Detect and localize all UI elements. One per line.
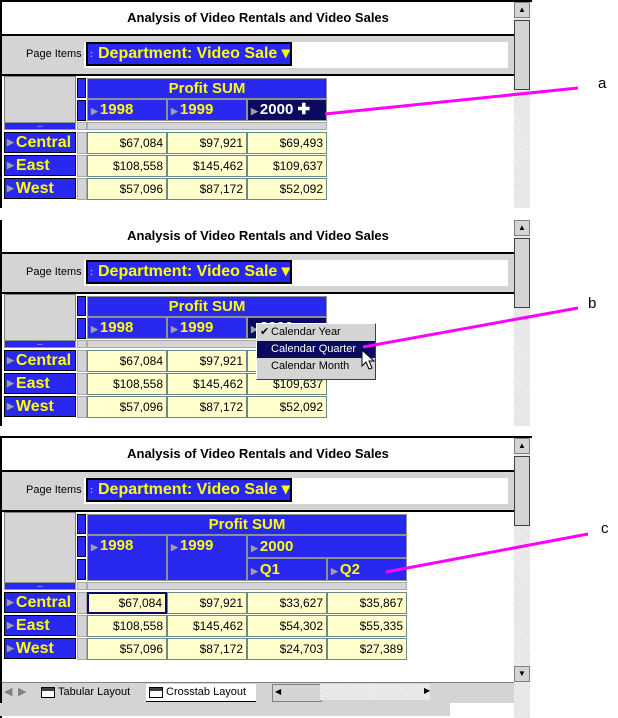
callout-line-b [362, 306, 579, 349]
callout-label-a: a [598, 75, 607, 92]
callout-line-c [385, 532, 589, 574]
callout-label-c: c [601, 520, 609, 537]
callout-lines [324, 86, 589, 574]
callout-label-b: b [588, 295, 597, 312]
callout-line-a [324, 86, 579, 116]
